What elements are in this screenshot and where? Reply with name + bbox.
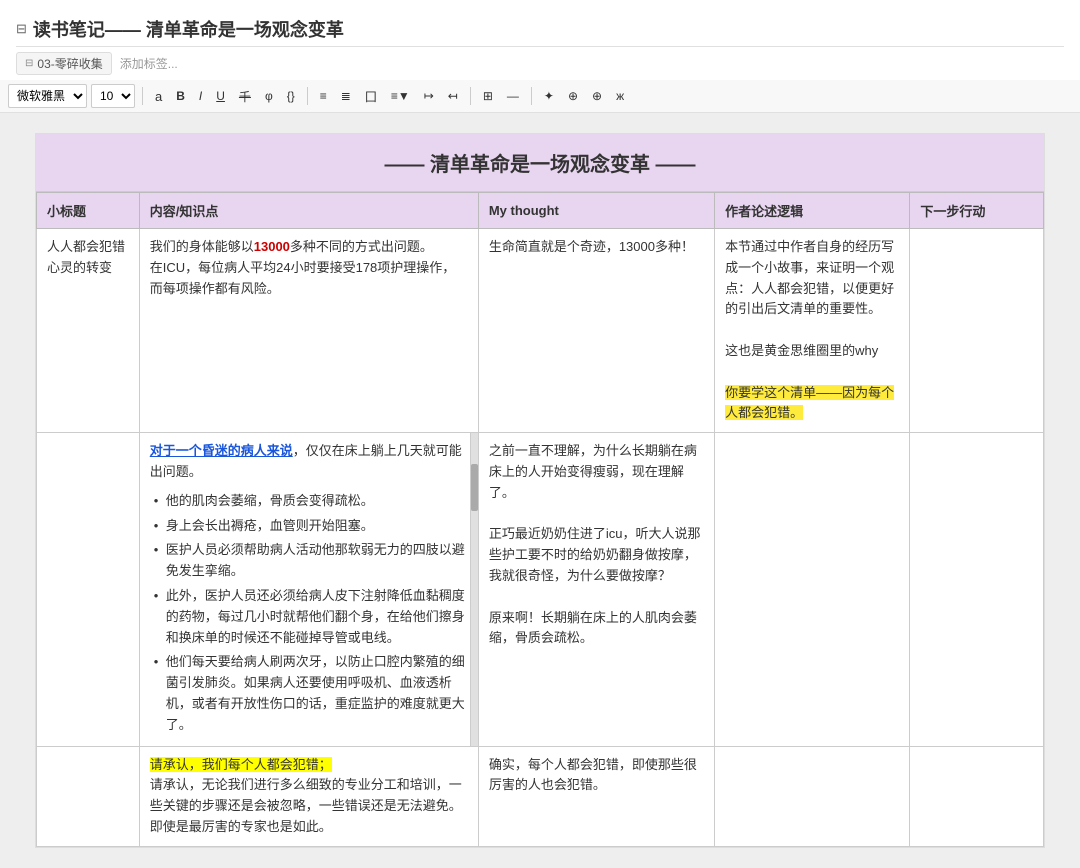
content-rest-3: 请承认，无论我们进行多么细致的专业分工和培训，一些关键的步骤还是会被忽略，一些错…: [150, 777, 462, 834]
th-action: 下一步行动: [910, 193, 1044, 229]
content-highlight-yellow-3: 请承认，我们每个人都会犯错；: [150, 757, 332, 772]
th-logic: 作者论述逻辑: [715, 193, 910, 229]
cell-subtitle-3: [37, 746, 140, 846]
font-family-select[interactable]: 微软雅黑: [8, 84, 87, 108]
subtitle-text-1: 人人都会犯错心灵的转变: [47, 239, 125, 275]
indent-increase-button[interactable]: ↦: [419, 84, 439, 108]
breadcrumb-label: 03-零碎收集: [37, 55, 102, 72]
underline-button[interactable]: U: [211, 84, 230, 108]
font-size-select[interactable]: 10: [91, 84, 135, 108]
more-button[interactable]: ⊕: [587, 84, 607, 108]
content-blue-text-2: 对于一个昏迷的病人来说: [150, 443, 293, 458]
content-highlight-1: 13000: [254, 239, 290, 254]
table-row: 对于一个昏迷的病人来说，仅仅在床上躺上几天就可能出问题。 他的肌肉会萎缩，骨质会…: [37, 433, 1044, 746]
indent-decrease-button[interactable]: ↤: [443, 84, 463, 108]
list-item: 此外，医护人员还必须给病人皮下注射降低血黏稠度的药物，每过几小时就帮他们翻个身，…: [150, 584, 468, 650]
table-row: 请承认，我们每个人都会犯错； 请承认，无论我们进行多么细致的专业分工和培训，一些…: [37, 746, 1044, 846]
insert-image-button[interactable]: 囗: [360, 84, 382, 108]
content-text-intro-1: 我们的身体能够以: [150, 239, 254, 254]
cell-content-3[interactable]: 请承认，我们每个人都会犯错； 请承认，无论我们进行多么细致的专业分工和培训，一些…: [139, 746, 478, 846]
title-bar: ⊟ 读书笔记—— 清单革命是一场观念变革: [16, 8, 1064, 47]
bold-button[interactable]: B: [171, 84, 190, 108]
align-dropdown-button[interactable]: ≡▼: [386, 84, 415, 108]
cell-subtitle-1: 人人都会犯错心灵的转变: [37, 229, 140, 433]
cell-logic-2[interactable]: [715, 433, 910, 746]
cell-action-2[interactable]: [910, 433, 1044, 746]
content-area: —— 清单革命是一场观念变革 —— 小标题 内容/知识点 My thought …: [0, 113, 1080, 868]
th-content: 内容/知识点: [139, 193, 478, 229]
special-button[interactable]: ж: [611, 84, 629, 108]
cell-thought-2[interactable]: 之前一直不理解，为什么长期躺在病床上的人开始变得瘦弱，现在理解了。正巧最近奶奶住…: [478, 433, 714, 746]
main-table: 小标题 内容/知识点 My thought 作者论述逻辑 下一步行动 人人都会犯…: [36, 192, 1044, 847]
document-icon: ⊟: [16, 21, 27, 37]
font-color-button[interactable]: a: [150, 84, 167, 108]
list-item: 他们每天要给病人刷两次牙，以防止口腔内繁殖的细菌引发肺炎。如果病人还要使用呼吸机…: [150, 650, 468, 737]
th-thought: My thought: [478, 193, 714, 229]
app-wrapper: ⊟ 读书笔记—— 清单革命是一场观念变革 ⊟ 03-零碎收集 添加标签... 微…: [0, 0, 1080, 868]
scroll-thumb: [471, 464, 478, 511]
cell-thought-3[interactable]: 确实，每个人都会犯错，即使那些很厉害的人也会犯错。: [478, 746, 714, 846]
scroll-indicator[interactable]: [470, 433, 478, 745]
toolbar: 微软雅黑 10 a B I U 千 φ {} ≡ ≣ 囗 ≡▼ ↦ ↤ ⊞ — …: [0, 80, 1080, 113]
th-subtitle: 小标题: [37, 193, 140, 229]
breadcrumb-icon: ⊟: [25, 58, 33, 69]
code-button[interactable]: {}: [282, 84, 300, 108]
link-button[interactable]: ✦: [539, 84, 559, 108]
table-title: —— 清单革命是一场观念变革 ——: [36, 134, 1044, 192]
highlight-button[interactable]: φ: [260, 84, 278, 108]
line-button[interactable]: —: [502, 84, 524, 108]
thought-text-3: 确实，每个人都会犯错，即使那些很厉害的人也会犯错。: [489, 757, 697, 793]
align-center-button[interactable]: ≣: [336, 84, 356, 108]
toolbar-divider-1: [142, 87, 143, 105]
cell-action-3[interactable]: [910, 746, 1044, 846]
attachment-button[interactable]: ⊕: [563, 84, 583, 108]
table-header-row: 小标题 内容/知识点 My thought 作者论述逻辑 下一步行动: [37, 193, 1044, 229]
header: ⊟ 读书笔记—— 清单革命是一场观念变革 ⊟ 03-零碎收集 添加标签...: [0, 0, 1080, 80]
content-list-2: 他的肌肉会萎缩，骨质会变得疏松。 身上会长出褥疮，血管则开始阻塞。 医护人员必须…: [150, 489, 468, 738]
breadcrumb-bar: ⊟ 03-零碎收集 添加标签...: [16, 47, 1064, 80]
cell-subtitle-2: [37, 433, 140, 746]
add-tag-button[interactable]: 添加标签...: [120, 55, 178, 72]
thought-text-1: 生命简直就是个奇迹，13000多种！: [489, 239, 694, 254]
cell-action-1[interactable]: [910, 229, 1044, 433]
toolbar-divider-4: [531, 87, 532, 105]
note-card: —— 清单革命是一场观念变革 —— 小标题 内容/知识点 My thought …: [35, 133, 1045, 848]
logic-text-1: 本节通过中作者自身的经历写成一个小故事，来证明一个观点：人人都会犯错，以便更好的…: [725, 239, 894, 358]
cell-logic-1[interactable]: 本节通过中作者自身的经历写成一个小故事，来证明一个观点：人人都会犯错，以便更好的…: [715, 229, 910, 433]
cell-content-1[interactable]: 我们的身体能够以13000多种不同的方式出问题。在ICU，每位病人平均24小时要…: [139, 229, 478, 433]
breadcrumb-item[interactable]: ⊟ 03-零碎收集: [16, 52, 112, 75]
logic-highlighted-1: 你要学这个清单——因为每个人都会犯错。: [725, 385, 894, 421]
table-row: 人人都会犯错心灵的转变 我们的身体能够以13000多种不同的方式出问题。在ICU…: [37, 229, 1044, 433]
list-item: 医护人员必须帮助病人活动他那软弱无力的四肢以避免发生挛缩。: [150, 538, 468, 584]
align-left-button[interactable]: ≡: [315, 84, 332, 108]
italic-button[interactable]: I: [194, 84, 207, 108]
cell-thought-1[interactable]: 生命简直就是个奇迹，13000多种！: [478, 229, 714, 433]
cell-logic-3[interactable]: [715, 746, 910, 846]
table-button[interactable]: ⊞: [478, 84, 498, 108]
page-title: 读书笔记—— 清单革命是一场观念变革: [33, 16, 344, 42]
toolbar-divider-3: [470, 87, 471, 105]
strikethrough-button[interactable]: 千: [234, 84, 256, 108]
cell-content-2[interactable]: 对于一个昏迷的病人来说，仅仅在床上躺上几天就可能出问题。 他的肌肉会萎缩，骨质会…: [139, 433, 478, 746]
thought-text-2: 之前一直不理解，为什么长期躺在病床上的人开始变得瘦弱，现在理解了。正巧最近奶奶住…: [489, 443, 701, 645]
list-item: 他的肌肉会萎缩，骨质会变得疏松。: [150, 489, 468, 514]
toolbar-divider-2: [307, 87, 308, 105]
list-item: 身上会长出褥疮，血管则开始阻塞。: [150, 514, 468, 539]
